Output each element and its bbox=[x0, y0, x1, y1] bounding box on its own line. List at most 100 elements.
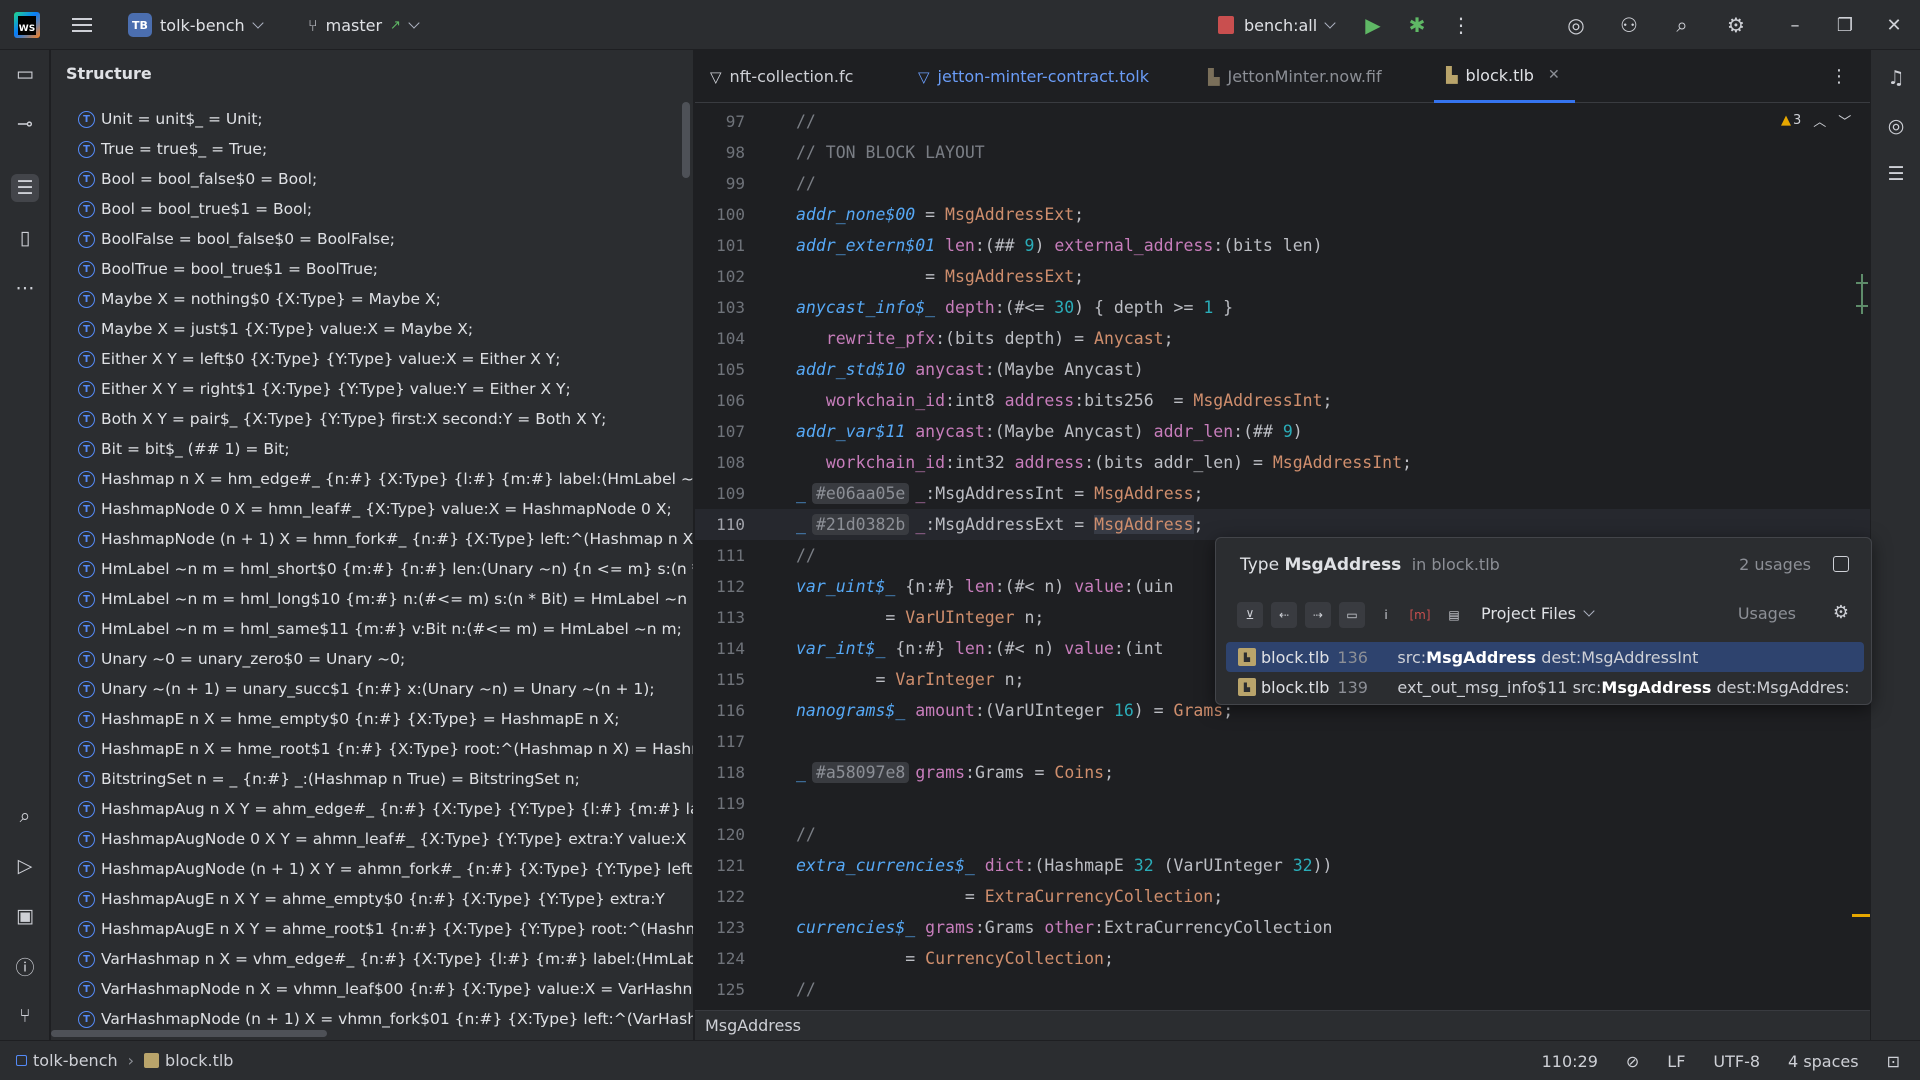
structure-item[interactable]: T Bool = bool_true$1 = Bool; bbox=[51, 194, 693, 224]
structure-item[interactable]: T Bool = bool_false$0 = Bool; bbox=[51, 164, 693, 194]
code-line[interactable]: 117 bbox=[695, 726, 1870, 757]
run-icon[interactable]: ▷ bbox=[11, 852, 39, 880]
git-icon[interactable]: ⑂ bbox=[11, 1002, 39, 1030]
structure-item[interactable]: T Either X Y = right$1 {X:Type} {Y:Type} … bbox=[51, 374, 693, 404]
methods-icon[interactable]: [m] bbox=[1407, 602, 1433, 628]
code-line[interactable]: 98 // TON BLOCK LAYOUT bbox=[695, 137, 1870, 168]
run-icon[interactable]: ▶ bbox=[1359, 11, 1387, 39]
structure-item[interactable]: T Both X Y = pair$_ {X:Type} {Y:Type} fir… bbox=[51, 404, 693, 434]
ai-status-icon[interactable]: ⊘ bbox=[1626, 1052, 1639, 1071]
structure-icon[interactable]: ☰ bbox=[11, 174, 39, 202]
bookmarks-icon[interactable]: ▯ bbox=[11, 224, 39, 252]
ai-assistant-icon[interactable]: ◎ bbox=[1562, 11, 1590, 39]
structure-item[interactable]: T Bit = bit$_ (## 1) = Bit; bbox=[51, 434, 693, 464]
code-line[interactable]: 120 // bbox=[695, 819, 1870, 850]
problems-icon[interactable]: ⓘ bbox=[11, 952, 39, 980]
code-line[interactable]: 123 currencies$_ grams:Grams other:ExtraC… bbox=[695, 912, 1870, 943]
merge-lines-icon[interactable]: ⊻ bbox=[1237, 602, 1263, 628]
webstorm-logo[interactable] bbox=[14, 12, 40, 38]
status-file[interactable]: block.tlb bbox=[165, 1051, 233, 1070]
close-window-icon[interactable]: ✕ bbox=[1872, 0, 1916, 50]
restore-icon[interactable]: ❐ bbox=[1823, 0, 1867, 50]
structure-item[interactable]: T HmLabel ~n m = hml_short$0 {m:#} {n:#} … bbox=[51, 554, 693, 584]
settings-icon[interactable]: ⚙ bbox=[1722, 11, 1750, 39]
database-icon[interactable]: ☰ bbox=[1882, 160, 1910, 188]
usage-row[interactable]: ▙ block.tlb 139 ext_out_msg_info$11 src:… bbox=[1226, 672, 1864, 702]
structure-item[interactable]: T True = true$_ = True; bbox=[51, 134, 693, 164]
warning-marker[interactable] bbox=[1852, 914, 1870, 917]
code-line[interactable]: 101 addr_extern$01 len:(## 9) external_ad… bbox=[695, 230, 1870, 261]
structure-item[interactable]: T HashmapNode 0 X = hmn_leaf#_ {X:Type} v… bbox=[51, 494, 693, 524]
tab-jettonminter-fif[interactable]: ▙ JettonMinter.now.fif bbox=[1208, 50, 1382, 103]
code-breadcrumb[interactable]: MsgAddress bbox=[695, 1010, 1870, 1040]
code-line[interactable]: 102 = MsgAddressExt; bbox=[695, 261, 1870, 292]
search-icon[interactable]: ⌕ bbox=[11, 802, 39, 830]
breadcrumb-item[interactable]: MsgAddress bbox=[705, 1016, 801, 1035]
structure-item[interactable]: T Unit = unit$_ = Unit; bbox=[51, 104, 693, 134]
code-line[interactable]: 121 extra_currencies$_ dict:(HashmapE 32 … bbox=[695, 850, 1870, 881]
code-line[interactable]: 100 addr_none$00 = MsgAddressExt; bbox=[695, 199, 1870, 230]
code-line[interactable]: 122 = ExtraCurrencyCollection; bbox=[695, 881, 1870, 912]
main-menu-icon[interactable] bbox=[72, 16, 92, 34]
structure-item[interactable]: T HashmapAugE n X Y = ahme_root$1 {n:#} {… bbox=[51, 914, 693, 944]
minimize-icon[interactable]: – bbox=[1773, 0, 1817, 50]
structure-item[interactable]: T HashmapE n X = hme_root$1 {n:#} {X:Type… bbox=[51, 734, 693, 764]
structure-item[interactable]: T BoolTrue = bool_true$1 = BoolTrue; bbox=[51, 254, 693, 284]
structure-item[interactable]: T Either X Y = left$0 {X:Type} {Y:Type} v… bbox=[51, 344, 693, 374]
code-line[interactable]: 105 addr_std$10 anycast:(Maybe Anycast) bbox=[695, 354, 1870, 385]
code-line[interactable]: 104 rewrite_pfx:(bits depth) = Anycast; bbox=[695, 323, 1870, 354]
tab-nft-collection[interactable]: ▽ nft-collection.fc bbox=[710, 50, 853, 103]
structure-item[interactable]: T VarHashmap n X = vhm_edge#_ {n:#} {X:Ty… bbox=[51, 944, 693, 974]
close-tab-icon[interactable]: ✕ bbox=[1548, 67, 1560, 83]
tab-jetton-minter-contract[interactable]: ▽ jetton-minter-contract.tolk bbox=[918, 50, 1149, 103]
read-only-lock-icon[interactable]: ⊡ bbox=[1887, 1052, 1900, 1071]
structure-item[interactable]: T Hashmap n X = hm_edge#_ {n:#} {X:Type} … bbox=[51, 464, 693, 494]
code-line[interactable]: 99 // bbox=[695, 168, 1870, 199]
notifications-icon[interactable]: ♫ bbox=[1882, 64, 1910, 92]
tab-options-icon[interactable]: ⋮ bbox=[1830, 66, 1848, 87]
folder-icon[interactable]: ▭ bbox=[11, 60, 39, 88]
more-actions-icon[interactable]: ⋮ bbox=[1447, 11, 1475, 39]
usage-row[interactable]: ▙ block.tlb 136 src:MsgAddress dest:MsgA… bbox=[1226, 642, 1864, 672]
indent-setting[interactable]: 4 spaces bbox=[1788, 1052, 1859, 1071]
structure-item[interactable]: T Unary ~(n + 1) = unary_succ$1 {n:#} x:(… bbox=[51, 674, 693, 704]
commit-icon[interactable]: ⊸ bbox=[11, 110, 39, 138]
structure-item[interactable]: T HashmapAugNode 0 X Y = ahmn_leaf#_ {X:T… bbox=[51, 824, 693, 854]
ai-chat-icon[interactable]: ◎ bbox=[1882, 112, 1910, 140]
structure-item[interactable]: T BitstringSet n = _ {n:#} _:(Hashmap n T… bbox=[51, 764, 693, 794]
more-icon[interactable]: ⋯ bbox=[11, 274, 39, 302]
branch-selector[interactable]: ⑂ master ↗ bbox=[308, 0, 420, 50]
code-line[interactable]: 119 bbox=[695, 788, 1870, 819]
tab-block-tlb[interactable]: ▙ block.tlb ✕ bbox=[1434, 50, 1575, 103]
open-in-window-icon[interactable] bbox=[1833, 556, 1849, 572]
search-everywhere-icon[interactable]: ⌕ bbox=[1668, 11, 1696, 39]
code-line[interactable]: 118 _ #a58097e8 grams:Grams = Coins; bbox=[695, 757, 1870, 788]
horizontal-scrollbar[interactable] bbox=[51, 1030, 327, 1037]
code-line[interactable]: 125 // bbox=[695, 974, 1870, 1005]
code-line[interactable]: 97 // bbox=[695, 106, 1870, 137]
preview-icon[interactable]: ▤ bbox=[1441, 602, 1467, 628]
status-project[interactable]: tolk-bench bbox=[33, 1051, 118, 1070]
structure-item[interactable]: T VarHashmapNode n X = vhmn_leaf$00 {n:#}… bbox=[51, 974, 693, 1004]
code-line[interactable]: 124 = CurrencyCollection; bbox=[695, 943, 1870, 974]
structure-item[interactable]: T Maybe X = nothing$0 {X:Type} = Maybe X; bbox=[51, 284, 693, 314]
structure-item[interactable]: T HmLabel ~n m = hml_long$10 {m:#} n:(#<=… bbox=[51, 584, 693, 614]
popup-settings-icon[interactable]: ⚙ bbox=[1833, 602, 1849, 623]
run-config-selector[interactable]: bench:all bbox=[1218, 0, 1336, 50]
code-line[interactable]: 106 workchain_id:int8 address:bits256 = … bbox=[695, 385, 1870, 416]
read-access-icon[interactable]: ⇠ bbox=[1271, 602, 1297, 628]
write-access-icon[interactable]: ⇢ bbox=[1305, 602, 1331, 628]
structure-item[interactable]: T Maybe X = just$1 {X:Type} value:X = May… bbox=[51, 314, 693, 344]
debug-icon[interactable]: ✱ bbox=[1403, 11, 1431, 39]
scope-selector[interactable]: Project Files bbox=[1481, 604, 1595, 623]
info-icon[interactable]: i bbox=[1373, 602, 1399, 628]
line-separator[interactable]: LF bbox=[1667, 1052, 1685, 1071]
code-line[interactable]: 108 workchain_id:int32 address:(bits add… bbox=[695, 447, 1870, 478]
structure-item[interactable]: T HashmapAug n X Y = ahm_edge#_ {n:#} {X:… bbox=[51, 794, 693, 824]
add-user-icon[interactable]: ⚇ bbox=[1615, 11, 1643, 39]
structure-item[interactable]: T HashmapAugE n X Y = ahme_empty$0 {n:#} … bbox=[51, 884, 693, 914]
structure-item[interactable]: T HashmapNode (n + 1) X = hmn_fork#_ {n:#… bbox=[51, 524, 693, 554]
vertical-scrollbar[interactable] bbox=[682, 102, 690, 178]
structure-item[interactable]: T BoolFalse = bool_false$0 = BoolFalse; bbox=[51, 224, 693, 254]
structure-item[interactable]: T HashmapAugNode (n + 1) X Y = ahmn_fork#… bbox=[51, 854, 693, 884]
